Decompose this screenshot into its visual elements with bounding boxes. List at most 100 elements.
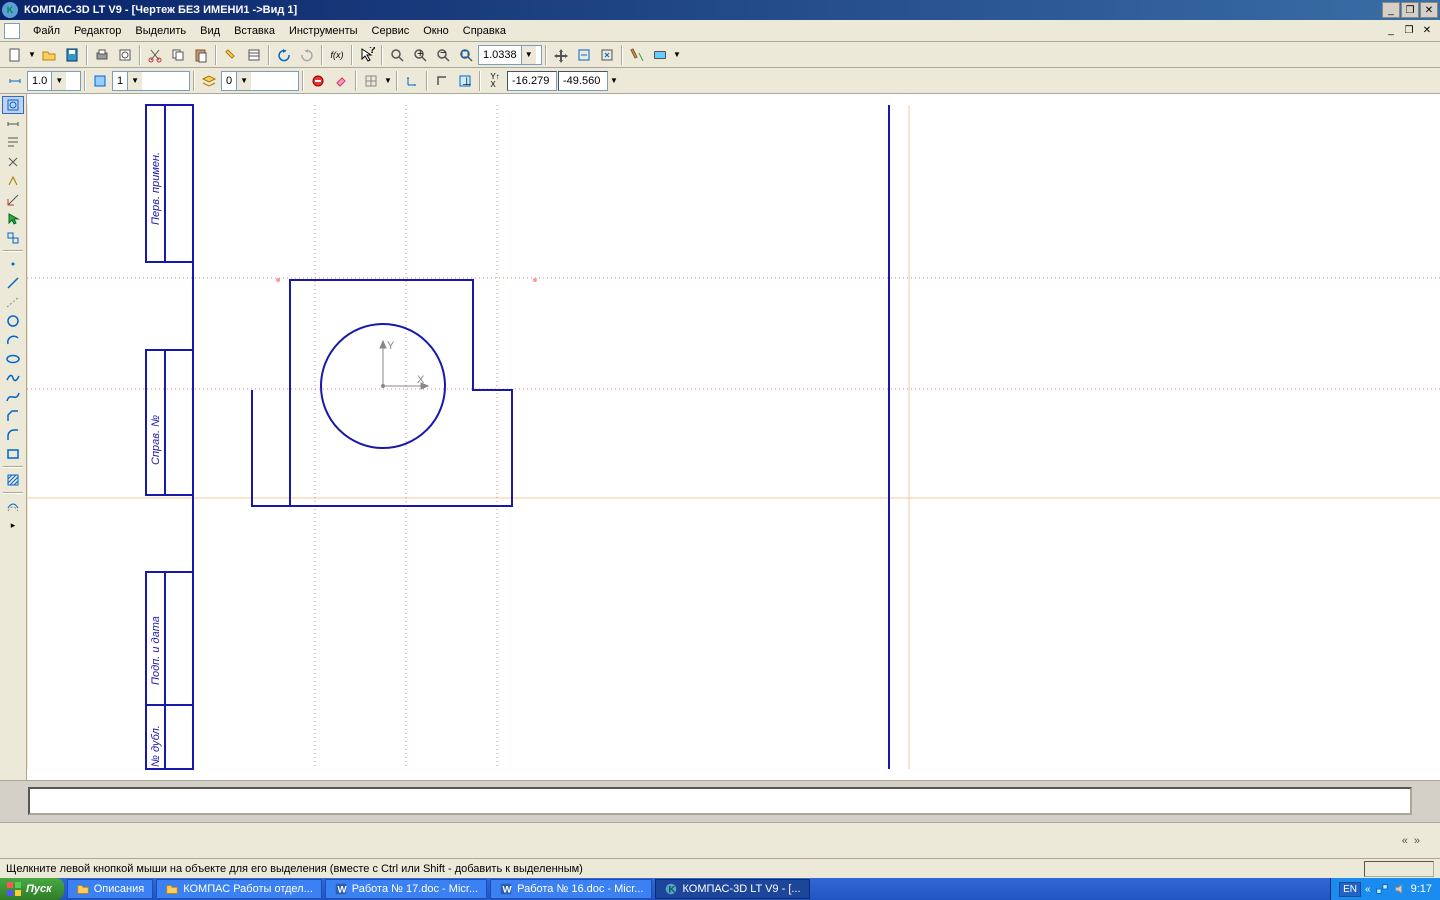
paste-button[interactable] <box>190 44 212 66</box>
edit-tool[interactable] <box>2 153 24 171</box>
clock[interactable]: 9:17 <box>1411 883 1432 895</box>
point-tool[interactable] <box>2 255 24 273</box>
zoom-prev-button[interactable] <box>573 44 595 66</box>
save-button[interactable] <box>61 44 83 66</box>
grid-button[interactable] <box>360 70 382 92</box>
local-cs-button[interactable] <box>401 70 423 92</box>
pan-button[interactable] <box>550 44 572 66</box>
rect-tool[interactable] <box>2 445 24 463</box>
snap-round-button[interactable]: ⊥ <box>454 70 476 92</box>
zoom-fit-button[interactable] <box>455 44 477 66</box>
mdi-close-button[interactable]: ✕ <box>1419 24 1435 38</box>
notation-tool[interactable] <box>2 134 24 152</box>
tray-network-icon[interactable] <box>1375 882 1389 896</box>
zoom-in-button[interactable]: + <box>409 44 431 66</box>
drawing-canvas[interactable]: Y X Перв. примен. Справ. № Подп. и дата … <box>27 94 1440 780</box>
taskbar-item-1[interactable]: КОМПАС Работы отдел... <box>156 879 322 899</box>
tray-expand-icon[interactable]: « <box>1365 884 1371 895</box>
print-button[interactable] <box>91 44 113 66</box>
document-icon[interactable] <box>4 23 20 39</box>
dimensions-tool[interactable] <box>2 115 24 133</box>
hatch-tool[interactable] <box>2 471 24 489</box>
redraw-button[interactable] <box>596 44 618 66</box>
copy-button[interactable] <box>167 44 189 66</box>
ellipse-tool[interactable] <box>2 350 24 368</box>
chevron-down-icon[interactable]: ▼ <box>521 46 536 64</box>
cut-button[interactable] <box>144 44 166 66</box>
language-indicator[interactable]: EN <box>1339 882 1361 897</box>
taskbar-item-2[interactable]: W Работа № 17.doc - Micr... <box>325 879 487 899</box>
maximize-button[interactable]: ❐ <box>1401 2 1419 18</box>
menu-insert[interactable]: Вставка <box>227 23 282 39</box>
menu-view[interactable]: Вид <box>193 23 227 39</box>
small-dropdown[interactable]: ▼ <box>672 44 682 66</box>
mdi-minimize-button[interactable]: _ <box>1383 24 1399 38</box>
open-button[interactable] <box>38 44 60 66</box>
spline-tool[interactable] <box>2 369 24 387</box>
small-dropdown-2[interactable]: ▼ <box>609 70 619 92</box>
layer-combo[interactable]: 0 ▼ <box>221 71 299 91</box>
circle-tool[interactable] <box>2 312 24 330</box>
new-dropdown[interactable]: ▼ <box>27 44 37 66</box>
refresh-button[interactable] <box>626 44 648 66</box>
bezier-tool[interactable] <box>2 388 24 406</box>
view-combo[interactable]: 1 ▼ <box>112 71 190 91</box>
view-state-icon[interactable] <box>89 70 111 92</box>
menu-file[interactable]: Файл <box>26 23 67 39</box>
menu-service[interactable]: Сервис <box>365 23 417 39</box>
mdi-restore-button[interactable]: ❐ <box>1401 24 1417 38</box>
menu-select[interactable]: Выделить <box>128 23 193 39</box>
taskbar-item-0[interactable]: Описания <box>67 879 153 899</box>
eraser-button[interactable] <box>330 70 352 92</box>
chevron-down-icon[interactable]: ▼ <box>51 72 66 90</box>
display-button[interactable] <box>649 44 671 66</box>
scroll-left-icon[interactable]: « <box>1402 835 1408 847</box>
taskbar-item-4[interactable]: K КОМПАС-3D LT V9 - [... <box>655 879 809 899</box>
close-button[interactable]: ✕ <box>1420 2 1438 18</box>
variables-button[interactable]: f(x) <box>326 44 348 66</box>
equidistant-tool[interactable] <box>2 497 24 515</box>
scroll-right-icon[interactable]: » <box>1414 835 1420 847</box>
arc-tool[interactable] <box>2 331 24 349</box>
properties-button[interactable] <box>243 44 265 66</box>
format-brush-button[interactable] <box>220 44 242 66</box>
redo-button[interactable] <box>296 44 318 66</box>
select-tool[interactable] <box>2 210 24 228</box>
chevron-down-icon[interactable]: ▼ <box>127 72 142 90</box>
menu-window[interactable]: Окно <box>416 23 456 39</box>
preview-button[interactable] <box>114 44 136 66</box>
menu-tools[interactable]: Инструменты <box>282 23 365 39</box>
coord-y-field[interactable]: -49.560 <box>558 71 608 91</box>
chamfer-tool[interactable] <box>2 407 24 425</box>
minimize-button[interactable]: _ <box>1382 2 1400 18</box>
geometry-tool[interactable] <box>2 96 24 114</box>
coord-x-field[interactable]: -16.279 <box>507 71 557 91</box>
ortho-button[interactable] <box>431 70 453 92</box>
assoc-views-tool[interactable] <box>2 229 24 247</box>
step-icon[interactable] <box>4 70 26 92</box>
fillet-tool[interactable] <box>2 426 24 444</box>
grid-dropdown[interactable]: ▼ <box>383 70 393 92</box>
coord-x-value: -16.279 <box>512 75 549 87</box>
measure-tool[interactable] <box>2 191 24 209</box>
panel-expand[interactable]: ▸ <box>2 516 24 534</box>
zoom-out-button[interactable]: − <box>432 44 454 66</box>
chevron-down-icon[interactable]: ▼ <box>236 72 251 90</box>
tray-volume-icon[interactable] <box>1393 882 1407 896</box>
line-tool[interactable] <box>2 274 24 292</box>
menu-help[interactable]: Справка <box>456 23 513 39</box>
zoom-window-button[interactable] <box>386 44 408 66</box>
start-button[interactable]: Пуск <box>0 878 64 900</box>
layer-icon[interactable] <box>198 70 220 92</box>
zoom-level-combo[interactable]: 1.0338 ▼ <box>478 45 542 65</box>
taskbar-item-3[interactable]: W Работа № 16.doc - Micr... <box>490 879 652 899</box>
command-input[interactable] <box>28 787 1412 815</box>
whatsthis-button[interactable]: ? <box>356 44 378 66</box>
aux-line-tool[interactable] <box>2 293 24 311</box>
parametrize-tool[interactable] <box>2 172 24 190</box>
undo-button[interactable] <box>273 44 295 66</box>
new-button[interactable] <box>4 44 26 66</box>
stop-button[interactable] <box>307 70 329 92</box>
menu-edit[interactable]: Редактор <box>67 23 128 39</box>
step-combo[interactable]: 1.0 ▼ <box>27 71 81 91</box>
